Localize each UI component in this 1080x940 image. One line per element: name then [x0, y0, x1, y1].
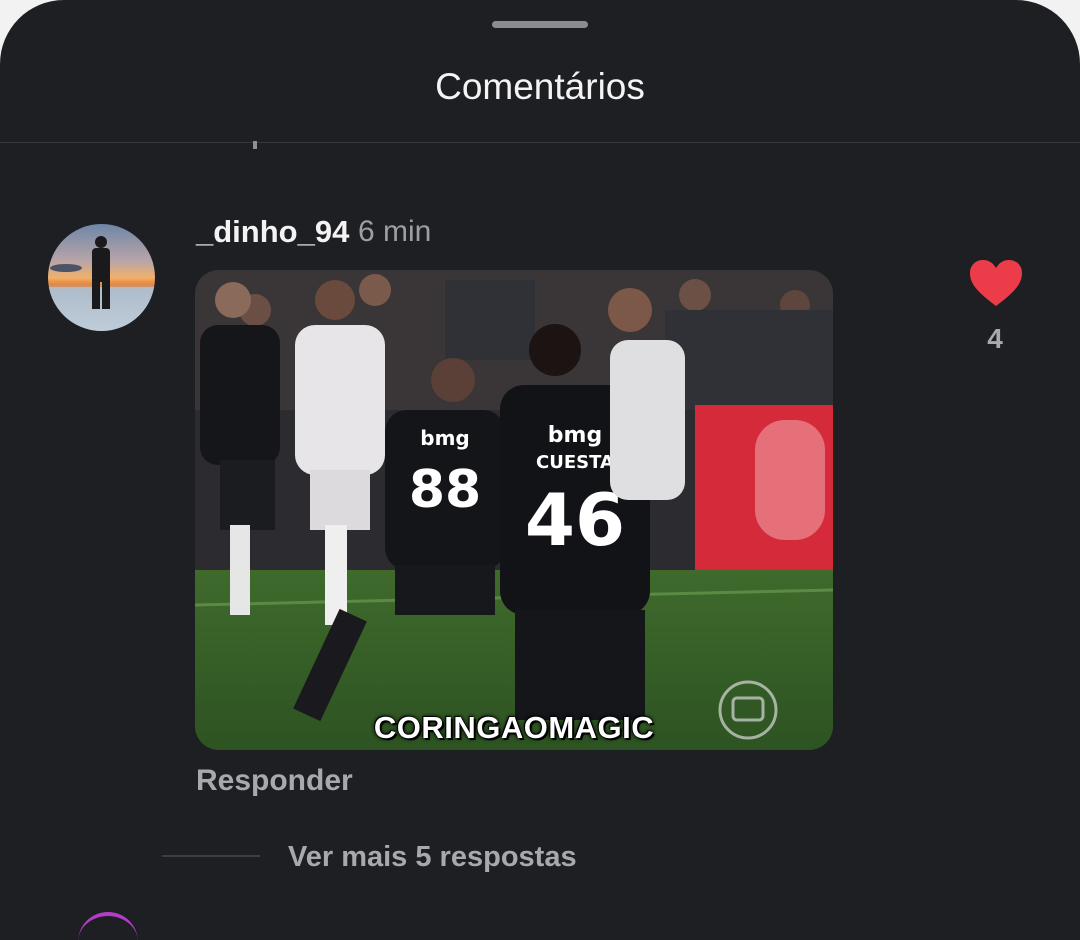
view-more-replies-button[interactable]: Ver mais 5 respostas	[288, 838, 577, 876]
svg-text:88: 88	[409, 460, 481, 520]
gif-caption: CORINGAOMAGIC	[373, 710, 655, 745]
avatar[interactable]	[48, 224, 155, 331]
reply-button[interactable]: Responder	[196, 762, 353, 800]
svg-text:46: 46	[525, 478, 625, 562]
scrolled-comment-remnant	[253, 141, 257, 149]
header-divider	[0, 142, 1080, 143]
drag-handle[interactable]	[492, 21, 588, 28]
svg-text:bmg: bmg	[548, 423, 602, 448]
next-comment-avatar[interactable]	[78, 912, 138, 940]
gif-frame: 88 bmg 46 bmg CUESTA	[195, 270, 833, 750]
svg-text:bmg: bmg	[420, 426, 469, 450]
replies-indent-line	[162, 855, 260, 857]
like-count: 4	[987, 323, 1003, 354]
comment-gif[interactable]: 88 bmg 46 bmg CUESTA CORINGAOMAGIC	[195, 270, 833, 750]
svg-text:CUESTA: CUESTA	[536, 452, 614, 473]
sheet-title: Comentários	[435, 66, 645, 107]
comment-username[interactable]: _dinho_94	[196, 212, 349, 252]
like-button[interactable]	[968, 258, 1024, 308]
heart-icon	[970, 260, 1022, 306]
comment-timestamp: 6 min	[358, 215, 432, 248]
avatar-image	[48, 224, 155, 331]
comments-sheet: Comentários _dinho_94 6 min 88 bmg 46 bm…	[0, 0, 1080, 940]
